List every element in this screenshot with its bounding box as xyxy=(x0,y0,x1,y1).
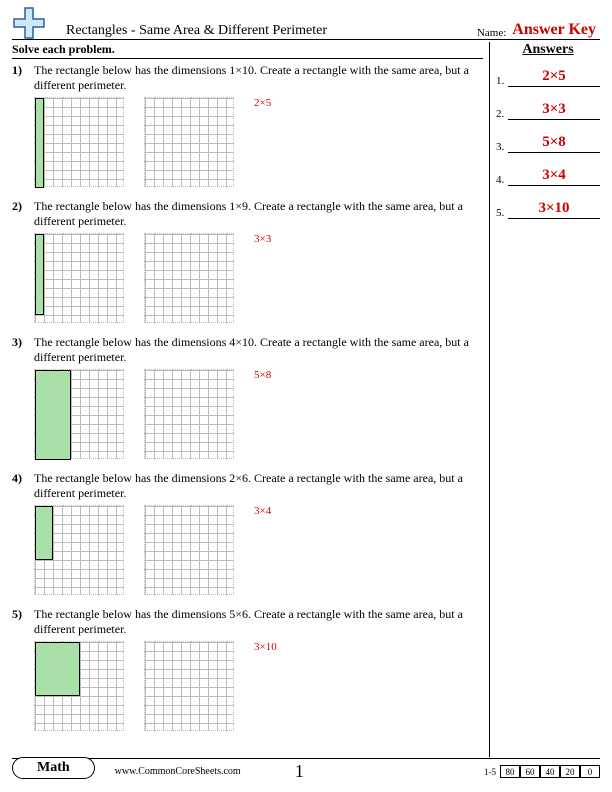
answer-number: 4. xyxy=(496,174,508,186)
score-cell: 0 xyxy=(580,765,600,778)
page-number: 1 xyxy=(279,761,319,782)
answer-row: 4. 3×4 xyxy=(496,167,600,186)
header: Rectangles - Same Area & Different Perim… xyxy=(12,10,600,40)
problem-number: 2) xyxy=(12,199,34,323)
subject-badge: Math xyxy=(12,757,95,779)
answer-row: 5. 3×10 xyxy=(496,200,600,219)
problem-text: The rectangle below has the dimensions 2… xyxy=(34,471,483,501)
answer-value: 3×3 xyxy=(508,101,600,120)
problem: 2) The rectangle below has the dimension… xyxy=(12,199,483,323)
score-cell: 20 xyxy=(560,765,580,778)
answer-key-label: Answer Key xyxy=(512,21,596,39)
answer-grid xyxy=(144,641,234,731)
answer-row: 2. 3×3 xyxy=(496,101,600,120)
problem: 1) The rectangle below has the dimension… xyxy=(12,63,483,187)
answer-row: 1. 2×5 xyxy=(496,68,600,87)
answer-hint: 3×10 xyxy=(254,641,277,653)
problem: 3) The rectangle below has the dimension… xyxy=(12,335,483,459)
answer-number: 1. xyxy=(496,75,508,87)
answer-hint: 3×3 xyxy=(254,233,271,245)
given-grid xyxy=(34,641,124,731)
given-rectangle xyxy=(35,506,53,560)
given-grid xyxy=(34,97,124,187)
answer-number: 5. xyxy=(496,207,508,219)
answer-row: 3. 5×8 xyxy=(496,134,600,153)
answer-value: 5×8 xyxy=(508,134,600,153)
given-grid xyxy=(34,505,124,595)
answers-heading: Answers xyxy=(496,42,600,58)
name-label: Name: xyxy=(477,27,506,39)
given-rectangle xyxy=(35,234,44,315)
answer-hint: 2×5 xyxy=(254,97,271,109)
score-cell: 60 xyxy=(520,765,540,778)
answer-number: 2. xyxy=(496,108,508,120)
problem-number: 4) xyxy=(12,471,34,595)
score-range-label: 1-5 xyxy=(484,767,496,777)
answer-hint: 5×8 xyxy=(254,369,271,381)
score-row: 1-5 806040200 xyxy=(484,765,600,778)
instructions: Solve each problem. xyxy=(12,42,483,59)
plus-logo-icon xyxy=(12,6,46,40)
site-url: www.CommonCoreSheets.com xyxy=(95,766,280,777)
answer-value: 3×4 xyxy=(508,167,600,186)
answer-hint: 3×4 xyxy=(254,505,271,517)
answer-value: 3×10 xyxy=(508,200,600,219)
problem-number: 1) xyxy=(12,63,34,187)
answer-grid xyxy=(144,369,234,459)
answer-grid xyxy=(144,505,234,595)
problem-text: The rectangle below has the dimensions 5… xyxy=(34,607,483,637)
problem-number: 3) xyxy=(12,335,34,459)
problem-number: 5) xyxy=(12,607,34,731)
given-rectangle xyxy=(35,98,44,188)
given-rectangle xyxy=(35,642,80,696)
given-grid xyxy=(34,233,124,323)
problem-text: The rectangle below has the dimensions 1… xyxy=(34,199,483,229)
problem-text: The rectangle below has the dimensions 4… xyxy=(34,335,483,365)
answer-number: 3. xyxy=(496,141,508,153)
score-cell: 80 xyxy=(500,765,520,778)
given-rectangle xyxy=(35,370,71,460)
answer-grid xyxy=(144,97,234,187)
problem: 4) The rectangle below has the dimension… xyxy=(12,471,483,595)
problem-text: The rectangle below has the dimensions 1… xyxy=(34,63,483,93)
answer-grid xyxy=(144,233,234,323)
footer: Math www.CommonCoreSheets.com 1 1-5 8060… xyxy=(12,758,600,784)
worksheet-title: Rectangles - Same Area & Different Perim… xyxy=(66,23,477,39)
given-grid xyxy=(34,369,124,459)
answer-value: 2×5 xyxy=(508,68,600,87)
score-cell: 40 xyxy=(540,765,560,778)
problem: 5) The rectangle below has the dimension… xyxy=(12,607,483,731)
